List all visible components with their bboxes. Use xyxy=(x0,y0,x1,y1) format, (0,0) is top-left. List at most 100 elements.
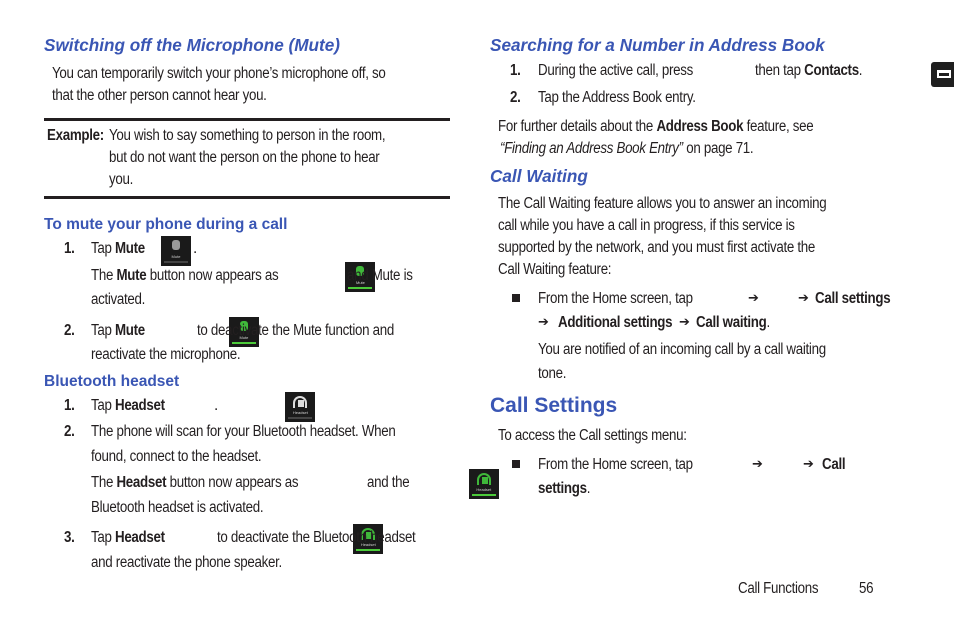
bt-step3: Tap Headset xyxy=(91,527,165,549)
cross-reference-link[interactable]: “Finding an Address Book Entry” xyxy=(500,140,683,157)
mute-step1-note: The Mute button now appears as xyxy=(91,265,279,287)
path-period: . xyxy=(586,480,591,497)
details-bold: Address Book xyxy=(656,118,744,135)
step-number: 1. xyxy=(64,397,75,414)
mute-intro-line2: that the other person cannot hear you. xyxy=(52,87,267,104)
call-waiting-line1: The Call Waiting feature allows you to a… xyxy=(498,195,827,212)
section-heading-search: Searching for a Number in Address Book xyxy=(490,35,825,55)
call-waiting-note-line1: You are notified of an incoming call by … xyxy=(538,341,826,358)
step-text: Tap xyxy=(91,322,115,339)
bt-step2-note-line2: Bluetooth headset is activated. xyxy=(91,499,264,516)
step-text: then tap xyxy=(755,62,805,79)
section-heading-mute: Switching off the Microphone (Mute) xyxy=(44,35,340,55)
note-bold: Mute xyxy=(116,267,147,284)
example-label-text: Example: xyxy=(47,127,104,144)
bt-step3-rest: to deactivate the Bluetooth headset xyxy=(217,529,416,546)
example-top-rule xyxy=(44,118,450,121)
search-details-line1: For further details about the Address Bo… xyxy=(498,116,814,138)
mute-step1-note-line2: activated. xyxy=(91,291,146,308)
bt-step2-number: 2. xyxy=(64,421,75,443)
bt-step2-line2: found, connect to the headset. xyxy=(91,448,262,465)
step-number: 2. xyxy=(510,89,521,106)
path-text: Call xyxy=(822,456,846,473)
mute-step1-note-end: and Mute is xyxy=(347,267,413,284)
call-waiting-note-line2: tone. xyxy=(538,365,567,382)
example-line2: but do not want the person on the phone … xyxy=(109,149,380,166)
note-text: button now appears as xyxy=(166,474,299,491)
arrow-icon: ➔ xyxy=(752,457,763,472)
footer-section: Call Functions xyxy=(738,580,819,597)
note-bold: Headset xyxy=(116,474,167,491)
headset-icon-label: Headset xyxy=(292,410,308,415)
step-number: 3. xyxy=(64,529,75,546)
step-number: 2. xyxy=(64,322,75,339)
call-waiting-line4: Call Waiting feature: xyxy=(498,261,612,278)
call-waiting-bullet-pre: From the Home screen, tap xyxy=(538,290,693,307)
details-text: For further details about the xyxy=(498,118,657,135)
bt-step1: Tap Headset xyxy=(91,395,165,417)
bt-step3-number: 3. xyxy=(64,527,75,549)
step-bold: Mute xyxy=(114,322,145,339)
search-step1-pre: During the active call, press xyxy=(538,62,694,79)
step-text: Tap xyxy=(91,529,115,546)
search-step2: Tap the Address Book entry. xyxy=(538,89,696,106)
subheading-mute-during-call: To mute your phone during a call xyxy=(44,216,288,233)
step-number: 2. xyxy=(64,423,75,440)
mute-icon-label: Mute xyxy=(171,254,181,259)
arrow-icon: ➔ xyxy=(798,291,809,306)
path-call: Call xyxy=(822,454,846,476)
mute-step2-number: 2. xyxy=(64,320,75,342)
path-call-settings: Call settings xyxy=(815,288,891,310)
call-waiting-line2: call while you have a call in progress, … xyxy=(498,217,795,234)
search-details-line2: “Finding an Address Book Entry” on page … xyxy=(500,138,754,160)
path-text: Call settings xyxy=(815,290,891,307)
mute-step2-rest: to deactivate the Mute function and xyxy=(197,322,394,339)
headset-icon-label: Headset xyxy=(476,487,492,492)
step-number: 1. xyxy=(64,240,75,257)
example-line1: You wish to say something to person in t… xyxy=(109,127,386,144)
mute-step2: Tap Mute xyxy=(91,320,145,342)
bt-step2-note: The Headset button now appears as xyxy=(91,472,299,494)
subheading-bluetooth: Bluetooth headset xyxy=(44,373,180,390)
bt-step2-note-end: and the xyxy=(367,474,410,491)
step-text: Tap xyxy=(91,240,115,257)
bt-step1-period: . xyxy=(214,397,218,414)
step-bold: Headset xyxy=(114,397,165,414)
note-text: The xyxy=(91,474,117,491)
call-settings-bullet-pre: From the Home screen, tap xyxy=(538,456,693,473)
mute-intro-line1: You can temporarily switch your phone’s … xyxy=(52,65,386,82)
arrow-icon: ➔ xyxy=(679,315,690,330)
search-step1-number: 1. xyxy=(510,60,521,82)
note-text: button now appears as xyxy=(146,267,279,284)
path-text: settings xyxy=(538,480,587,497)
details-text: feature, see xyxy=(743,118,814,135)
headset-active-icon: Headset xyxy=(468,469,499,499)
search-step1-post: then tap Contacts. xyxy=(755,60,863,82)
arrow-icon: ➔ xyxy=(538,315,549,330)
step-bold: Mute xyxy=(114,240,145,257)
mute-step2-line2: reactivate the microphone. xyxy=(91,346,241,363)
arrow-icon: ➔ xyxy=(748,291,759,306)
example-label: Example: xyxy=(47,125,104,147)
details-text: on page 71. xyxy=(682,140,754,157)
step-bold: Headset xyxy=(114,529,165,546)
step-number: 1. xyxy=(510,62,521,79)
step-text: Tap xyxy=(91,397,115,414)
bt-step1-number: 1. xyxy=(64,395,75,417)
path-period: . xyxy=(766,314,770,331)
headset-icon: Headset xyxy=(285,392,316,422)
path-additional-settings: Additional settings xyxy=(558,312,673,334)
call-waiting-line3: supported by the network, and you must f… xyxy=(498,239,816,256)
mute-step1-period: . xyxy=(193,240,197,257)
call-settings-intro: To access the Call settings menu: xyxy=(498,427,687,444)
path-settings: settings. xyxy=(538,478,590,500)
arrow-icon: ➔ xyxy=(803,457,814,472)
mute-step1: Tap Mute xyxy=(91,238,145,260)
step-bold: Contacts xyxy=(804,62,859,79)
note-text: The xyxy=(91,267,117,284)
path-text: Call waiting xyxy=(696,314,767,331)
bullet-marker xyxy=(512,460,520,468)
section-heading-call-waiting: Call Waiting xyxy=(490,166,588,186)
example-line3: you. xyxy=(109,171,133,188)
bt-step3-line2: and reactivate the phone speaker. xyxy=(91,554,282,571)
